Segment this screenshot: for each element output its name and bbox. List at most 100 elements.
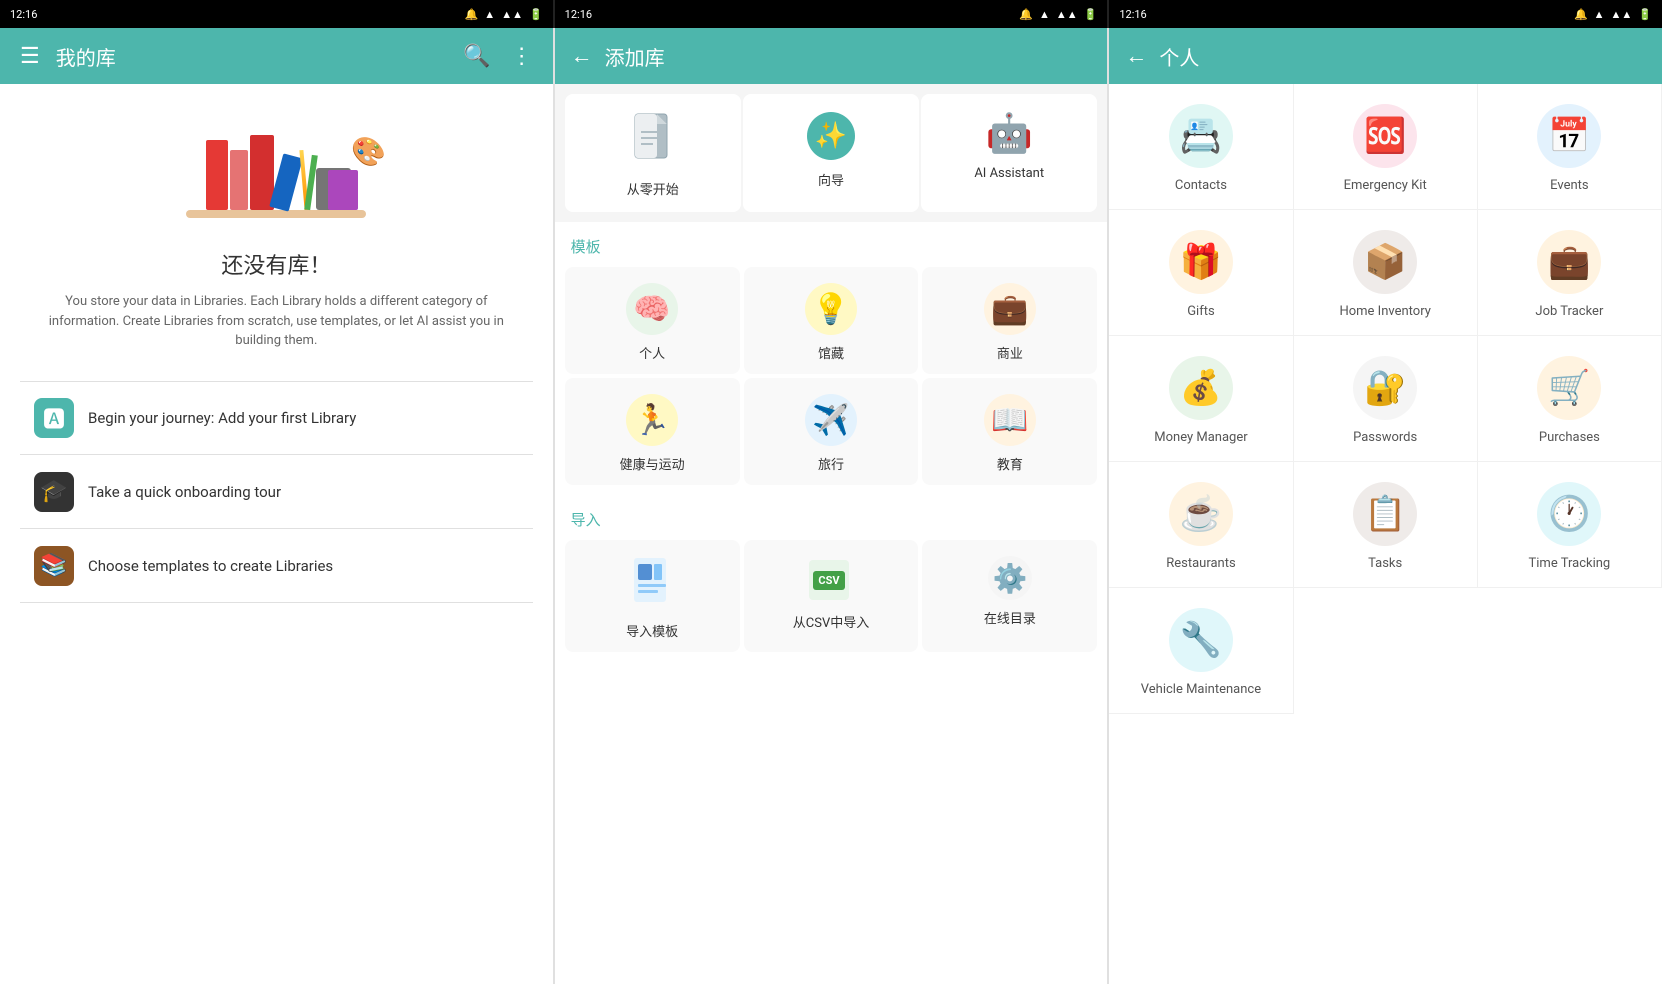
add-library-panel: ← 添加库 — [555, 28, 1108, 984]
battery-icon-3: 🔋 — [1638, 8, 1652, 21]
home-inventory-label: Home Inventory — [1339, 304, 1430, 319]
back-icon-1[interactable]: ← — [571, 43, 593, 69]
add-library-toolbar: ← 添加库 — [555, 28, 1108, 84]
personal-title: 个人 — [1159, 42, 1646, 71]
contacts-item[interactable]: 📇 Contacts — [1109, 84, 1293, 210]
menu-icon[interactable]: ☰ — [16, 40, 44, 73]
gifts-icon: 🎁 — [1169, 230, 1233, 294]
travel-template-card[interactable]: ✈️ 旅行 — [744, 378, 919, 485]
wifi-icon-1: ▲ — [484, 8, 495, 21]
health-icon: 🏃 — [626, 394, 678, 446]
templates-section-header: 模板 — [555, 222, 1108, 263]
emergency-kit-item[interactable]: 🆘 Emergency Kit — [1294, 84, 1478, 210]
business-template-card[interactable]: 💼 商业 — [922, 267, 1097, 374]
health-template-card[interactable]: 🏃 健康与运动 — [565, 378, 740, 485]
onboarding-icon-box: 🎓 — [34, 472, 74, 512]
template-grid: 🧠 个人 💡 馆藏 💼 商业 — [555, 263, 1108, 495]
tasks-label: Tasks — [1368, 556, 1402, 571]
wizard-icon: ✨ — [807, 112, 855, 160]
education-icon: 📖 — [984, 394, 1036, 446]
action-list: 🅰 Begin your journey: Add your first Lib… — [20, 381, 533, 603]
contacts-label: Contacts — [1175, 178, 1227, 193]
my-library-toolbar: ☰ 我的库 🔍 ⋮ — [0, 28, 553, 84]
start-options: 从零开始 ✨ 向导 🤖 AI Assistant — [555, 84, 1108, 222]
back-icon-2[interactable]: ← — [1125, 43, 1147, 69]
add-library-title: 添加库 — [605, 42, 1092, 71]
ai-assistant-card[interactable]: 🤖 AI Assistant — [921, 94, 1097, 212]
tasks-item[interactable]: 📋 Tasks — [1294, 462, 1478, 588]
purchases-icon: 🛒 — [1537, 356, 1601, 420]
notification-icon-2: 🔔 — [1019, 8, 1033, 21]
my-library-content: 🎨 还没有库！ You store your data in Libraries… — [0, 84, 553, 984]
money-manager-item[interactable]: 💰 Money Manager — [1109, 336, 1293, 462]
no-library-desc: You store your data in Libraries. Each L… — [20, 292, 533, 351]
wifi-icon-3: ▲ — [1594, 8, 1605, 21]
events-item[interactable]: 📅 Events — [1478, 84, 1662, 210]
restaurants-item[interactable]: ☕ Restaurants — [1109, 462, 1293, 588]
onboarding-label: Take a quick onboarding tour — [88, 483, 281, 501]
onboarding-action[interactable]: 🎓 Take a quick onboarding tour — [20, 456, 533, 529]
personal-content: 📇 Contacts 🆘 Emergency Kit 📅 Eve — [1109, 84, 1662, 984]
events-icon: 📅 — [1537, 104, 1601, 168]
csv-import-label: 从CSV中导入 — [793, 612, 869, 631]
personal-toolbar: ← 个人 — [1109, 28, 1662, 84]
purchases-label: Purchases — [1539, 430, 1600, 445]
money-manager-label: Money Manager — [1154, 430, 1247, 445]
restaurants-label: Restaurants — [1166, 556, 1235, 571]
tasks-icon: 📋 — [1353, 482, 1417, 546]
signal-icon-1: ▲▲ — [501, 8, 523, 21]
events-label: Events — [1550, 178, 1588, 193]
business-label: 商业 — [997, 343, 1023, 362]
csv-import-card[interactable]: CSV 从CSV中导入 — [744, 540, 919, 652]
add-library-content: 从零开始 ✨ 向导 🤖 AI Assistant 模板 🧠 — [555, 84, 1108, 984]
collections-template-card[interactable]: 💡 馆藏 — [744, 267, 919, 374]
business-icon: 💼 — [984, 283, 1036, 335]
signal-icon-3: ▲▲ — [1611, 8, 1633, 21]
job-tracker-item[interactable]: 💼 Job Tracker — [1478, 210, 1662, 336]
online-catalog-card[interactable]: ⚙️ 在线目录 — [922, 540, 1097, 652]
shelf — [186, 210, 366, 218]
templates-action[interactable]: 📚 Choose templates to create Libraries — [20, 530, 533, 603]
education-template-card[interactable]: 📖 教育 — [922, 378, 1097, 485]
time-1: 12:16 — [10, 8, 37, 21]
vehicle-maintenance-item[interactable]: 🔧 Vehicle Maintenance — [1109, 588, 1293, 714]
time-tracking-label: Time Tracking — [1529, 556, 1611, 571]
signal-icon-2: ▲▲ — [1056, 8, 1078, 21]
import-grid: 导入模板 CSV 从CSV中导入 ⚙️ — [555, 536, 1108, 662]
passwords-label: Passwords — [1353, 430, 1417, 445]
home-inventory-item[interactable]: 📦 Home Inventory — [1294, 210, 1478, 336]
purchases-item[interactable]: 🛒 Purchases — [1478, 336, 1662, 462]
wizard-card[interactable]: ✨ 向导 — [743, 94, 919, 212]
add-library-action[interactable]: 🅰 Begin your journey: Add your first Lib… — [20, 381, 533, 455]
search-icon[interactable]: 🔍 — [459, 40, 494, 73]
art-tools — [328, 170, 358, 210]
job-tracker-icon: 💼 — [1537, 230, 1601, 294]
personal-label: 个人 — [639, 343, 665, 362]
from-scratch-card[interactable]: 从零开始 — [565, 94, 741, 212]
emergency-kit-label: Emergency Kit — [1344, 178, 1427, 193]
add-library-icon-box: 🅰 — [34, 398, 74, 438]
no-library-title: 还没有库！ — [221, 248, 331, 280]
palette-icon: 🎨 — [351, 135, 386, 168]
more-icon[interactable]: ⋮ — [507, 40, 537, 73]
time-tracking-item[interactable]: 🕐 Time Tracking — [1478, 462, 1662, 588]
book-blue — [270, 153, 304, 211]
import-section-header: 导入 — [555, 495, 1108, 536]
personal-panel: ← 个人 📇 Contacts 🆘 Emergency Kit — [1109, 28, 1662, 984]
home-inventory-icon: 📦 — [1353, 230, 1417, 294]
education-label: 教育 — [997, 454, 1023, 473]
emergency-kit-icon: 🆘 — [1353, 104, 1417, 168]
restaurants-icon: ☕ — [1169, 482, 1233, 546]
library-illustration: 🎨 — [186, 108, 366, 228]
gifts-item[interactable]: 🎁 Gifts — [1109, 210, 1293, 336]
money-manager-icon: 💰 — [1169, 356, 1233, 420]
time-3: 12:16 — [1119, 8, 1146, 21]
wifi-icon-2: ▲ — [1039, 8, 1050, 21]
passwords-item[interactable]: 🔐 Passwords — [1294, 336, 1478, 462]
personal-template-card[interactable]: 🧠 个人 — [565, 267, 740, 374]
templates-icon: 📚 — [40, 553, 67, 578]
import-template-card[interactable]: 导入模板 — [565, 540, 740, 652]
travel-icon: ✈️ — [805, 394, 857, 446]
collections-icon: 💡 — [805, 283, 857, 335]
my-library-panel: ☰ 我的库 🔍 ⋮ 🎨 还没有库！ You store your data — [0, 28, 553, 984]
